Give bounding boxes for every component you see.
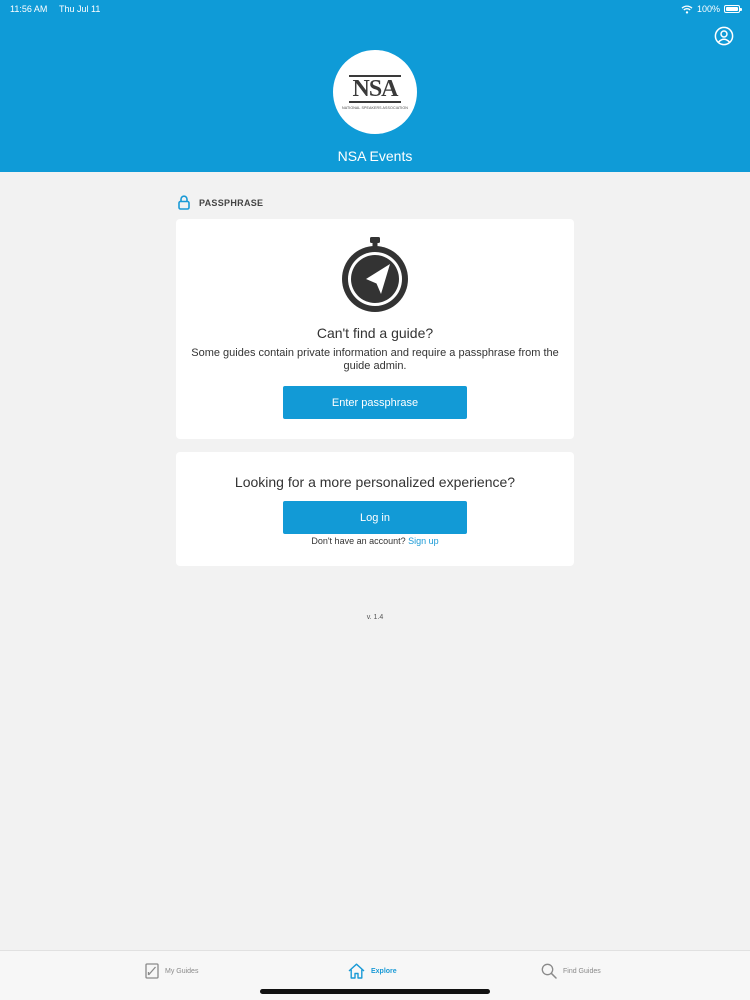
section-label-text: PASSPHRASE xyxy=(199,197,264,208)
tab-label: Explore xyxy=(371,967,397,975)
tab-label: Find Guides xyxy=(563,967,601,975)
status-bar: 11:56 AM Thu Jul 11 100% xyxy=(0,0,750,18)
nsa-logo: NSA NATIONAL SPEAKERS ASSOCIATION xyxy=(333,50,417,134)
header: 11:56 AM Thu Jul 11 100% NSA NATIONAL SP… xyxy=(0,0,750,172)
no-account-text: Don't have an account? xyxy=(311,536,406,546)
passphrase-section-label: PASSPHRASE xyxy=(178,195,263,210)
status-time: 11:56 AM xyxy=(10,4,48,14)
tab-explore[interactable]: Explore xyxy=(348,963,397,979)
user-circle-icon xyxy=(714,26,734,46)
search-icon xyxy=(541,963,557,979)
card-title: Can't find a guide? xyxy=(316,325,434,341)
login-card-title: Looking for a more personalized experien… xyxy=(234,474,516,490)
app-version: v. 1.4 xyxy=(366,614,384,621)
card-description: Some guides contain private information … xyxy=(191,347,559,372)
battery-icon xyxy=(724,5,742,13)
enter-passphrase-button[interactable]: Enter passphrase xyxy=(283,386,467,419)
signup-line: Don't have an account? Sign up xyxy=(176,536,574,546)
lock-icon xyxy=(178,195,190,210)
wifi-icon xyxy=(681,4,693,14)
status-date: Thu Jul 11 xyxy=(59,4,101,14)
log-in-button[interactable]: Log in xyxy=(283,501,467,534)
tab-find-guides[interactable]: Find Guides xyxy=(541,963,601,979)
my-guides-icon xyxy=(145,963,159,979)
tab-my-guides[interactable]: My Guides xyxy=(145,963,198,979)
logo-subtext: NATIONAL SPEAKERS ASSOCIATION xyxy=(342,105,408,110)
login-card: Looking for a more personalized experien… xyxy=(176,452,574,566)
battery-percent: 100% xyxy=(696,4,720,14)
app-title: NSA Events xyxy=(337,148,413,164)
home-icon xyxy=(348,963,365,979)
profile-button[interactable] xyxy=(714,26,734,46)
logo-text: NSA xyxy=(349,74,401,103)
passphrase-card: Can't find a guide? Some guides contain … xyxy=(176,219,574,439)
tab-label: My Guides xyxy=(165,967,199,975)
home-indicator[interactable] xyxy=(260,989,490,994)
status-indicators: 100% xyxy=(681,4,742,14)
compass-icon xyxy=(342,237,408,312)
sign-up-link[interactable]: Sign up xyxy=(408,536,439,546)
